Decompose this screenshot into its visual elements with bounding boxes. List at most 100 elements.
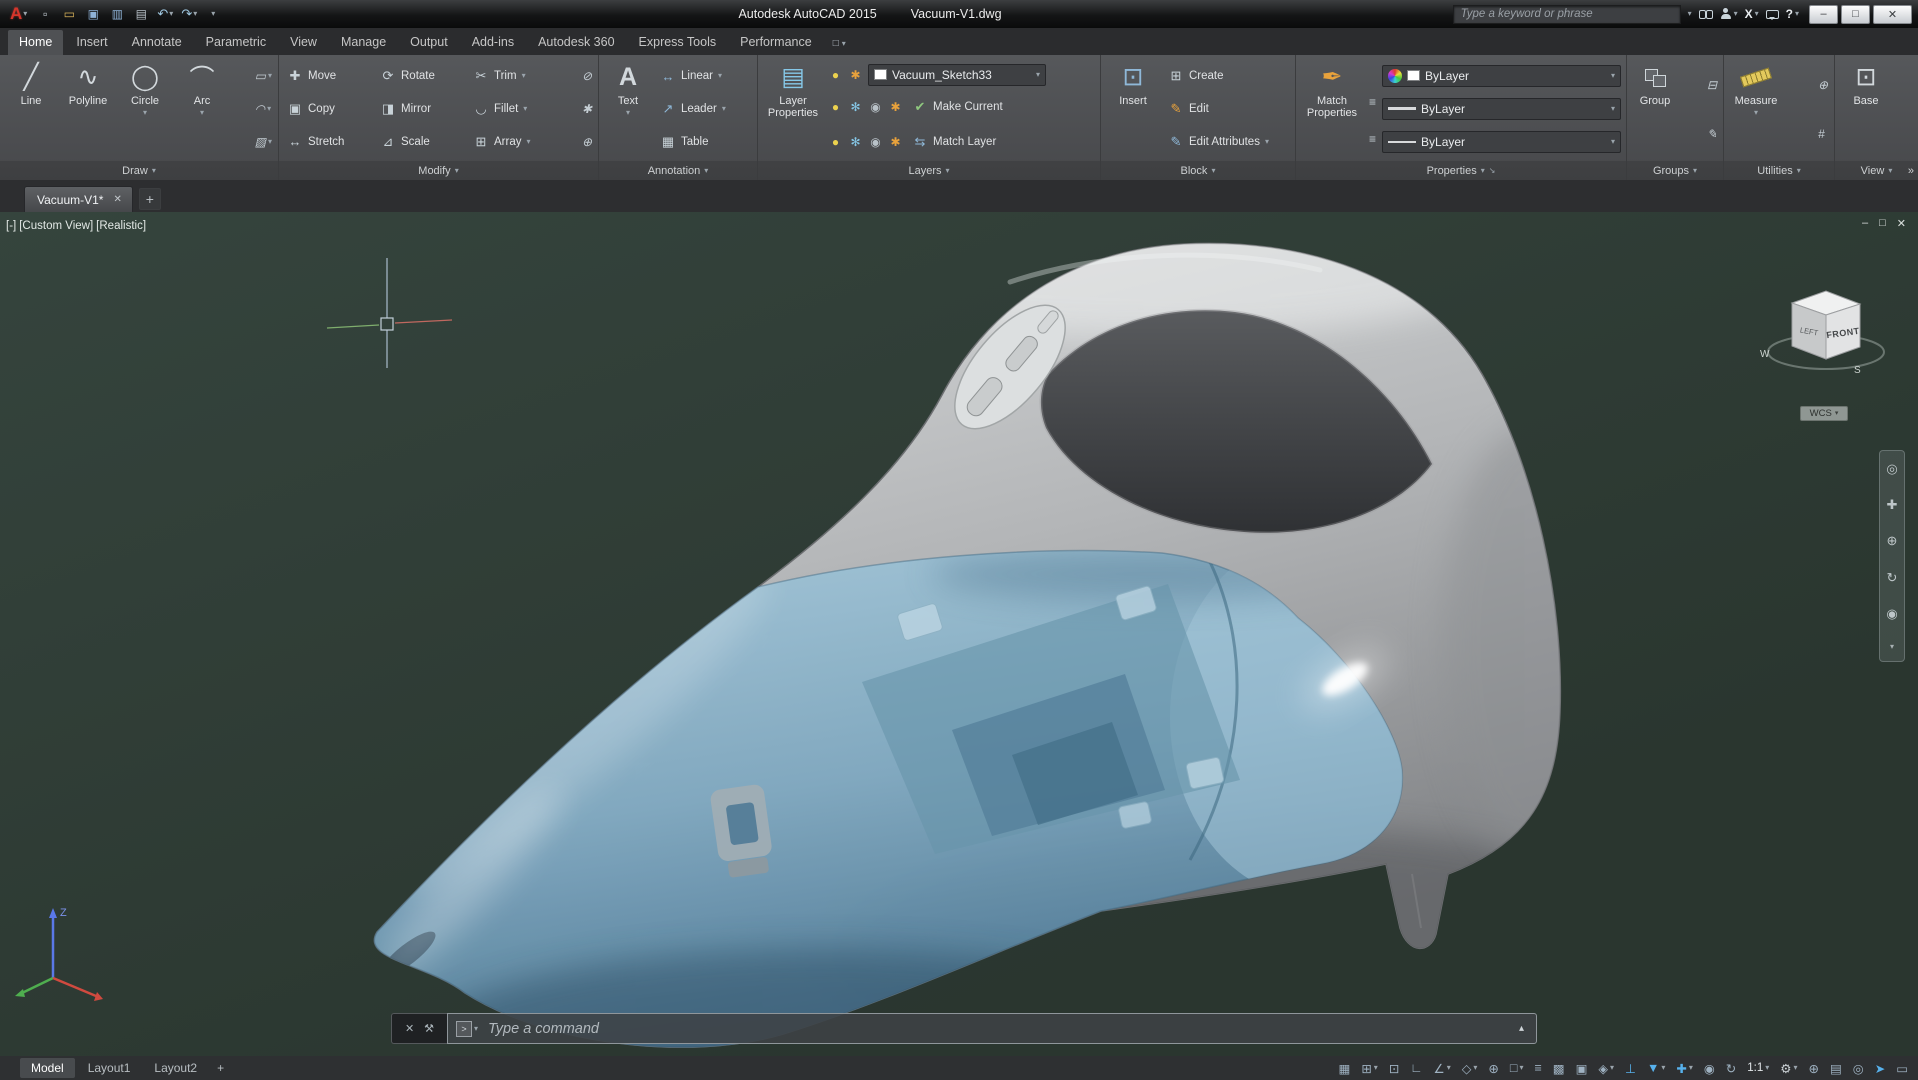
tab-manage[interactable]: Manage bbox=[330, 30, 397, 55]
zoom-button[interactable]: ⊕ bbox=[1887, 533, 1898, 549]
file-tab-vacuum-v1[interactable]: Vacuum-V1* ✕ bbox=[24, 186, 133, 212]
match-layer-button[interactable]: ⇆Match Layer bbox=[908, 129, 1000, 154]
linetype-select[interactable]: ByLayer▾ bbox=[1382, 131, 1621, 153]
group-button[interactable]: Group bbox=[1630, 58, 1680, 160]
line-button[interactable]: ╱Line bbox=[3, 58, 59, 160]
base-view-button[interactable]: ⊡Base bbox=[1838, 58, 1894, 160]
layer-thaw-all-icon[interactable]: ✻ bbox=[848, 135, 863, 149]
dialog-launcher-icon[interactable]: ↘ bbox=[1489, 167, 1496, 175]
make-current-button[interactable]: ✔Make Current bbox=[908, 95, 1007, 120]
layer-off-icon[interactable]: ● bbox=[828, 100, 843, 114]
mirror-button[interactable]: ◨Mirror bbox=[376, 96, 466, 121]
new-layout-button[interactable]: + bbox=[210, 1061, 231, 1075]
infer-constraints-toggle[interactable]: ⊡ bbox=[1389, 1061, 1399, 1076]
graphics-performance-button[interactable]: ➤ bbox=[1875, 1061, 1885, 1076]
exchange-apps-button[interactable]: X▾ bbox=[1745, 7, 1759, 21]
viewport-minimize-control[interactable]: [-] bbox=[6, 220, 16, 232]
lineweight-select[interactable]: ByLayer▾ bbox=[1382, 98, 1621, 120]
object-color-select[interactable]: ByLayer▾ bbox=[1382, 65, 1621, 87]
rotate-button[interactable]: ⟳Rotate bbox=[376, 64, 466, 89]
lineweight-toggle[interactable]: ≡ bbox=[1534, 1061, 1541, 1075]
properties-panel-label[interactable]: Properties▾↘ bbox=[1296, 160, 1626, 180]
annotation-scale-button[interactable]: 1:1▾ bbox=[1747, 1062, 1769, 1074]
viewport-restore-button[interactable]: □ bbox=[1879, 217, 1886, 230]
object-snap-tracking-toggle[interactable]: ⊕ bbox=[1488, 1061, 1498, 1076]
view-cube[interactable]: W S FRONT LEFT bbox=[1748, 260, 1908, 400]
edit-attributes-button[interactable]: ✎Edit Attributes▾ bbox=[1164, 129, 1291, 154]
hatch-button[interactable]: ▨▾ bbox=[255, 135, 272, 149]
new-button[interactable]: ▫ bbox=[35, 4, 55, 24]
move-button[interactable]: ✚Move bbox=[283, 64, 373, 89]
layer-isolate-icon[interactable]: ✱ bbox=[888, 100, 903, 114]
full-navigation-wheel-button[interactable]: ◎ bbox=[1886, 461, 1897, 477]
groups-panel-label[interactable]: Groups▾ bbox=[1627, 160, 1723, 180]
arc-button[interactable]: ⌒Arc▾ bbox=[174, 58, 230, 160]
compass-south-label[interactable]: S bbox=[1854, 365, 1861, 376]
tab-home[interactable]: Home bbox=[8, 30, 63, 55]
properties-rows-button[interactable]: ≡ bbox=[1369, 132, 1376, 146]
tab-performance[interactable]: Performance bbox=[729, 30, 823, 55]
autoscale-toggle[interactable]: ↻ bbox=[1726, 1061, 1736, 1076]
join-button[interactable]: ⊕ bbox=[582, 135, 592, 149]
search-scope-dropdown[interactable]: ▾ bbox=[1688, 10, 1692, 18]
trim-button[interactable]: ✂Trim▾ bbox=[469, 64, 567, 89]
text-button[interactable]: AText▾ bbox=[602, 58, 654, 160]
layer-unlock-icon[interactable]: ◉ bbox=[868, 135, 883, 149]
qat-customize-button[interactable]: ▾ bbox=[203, 4, 223, 24]
layers-panel-label[interactable]: Layers▾ bbox=[758, 160, 1100, 180]
layer-walk-icon[interactable]: ● bbox=[828, 135, 843, 149]
transparency-toggle[interactable]: ▩ bbox=[1553, 1061, 1565, 1076]
scale-button[interactable]: ⊿Scale bbox=[376, 129, 466, 154]
leader-button[interactable]: ↗Leader▾ bbox=[656, 96, 753, 121]
annotation-panel-label[interactable]: Annotation▾ bbox=[599, 160, 757, 180]
explode-button[interactable]: ✱ bbox=[582, 102, 592, 116]
drawing-canvas[interactable]: [-] [Custom View] [Realistic] – □ ✕ bbox=[0, 212, 1918, 1056]
help-button[interactable]: ?▾ bbox=[1786, 7, 1799, 21]
array-button[interactable]: ⊞Array▾ bbox=[469, 129, 567, 154]
close-button[interactable]: ✕ bbox=[1873, 5, 1912, 24]
customize-wrench-icon[interactable]: ⚒ bbox=[424, 1022, 434, 1035]
dynamic-ucs-toggle[interactable]: ⊥ bbox=[1625, 1061, 1636, 1076]
layout1-tab[interactable]: Layout1 bbox=[77, 1058, 142, 1078]
erase-button[interactable]: ⊘ bbox=[582, 69, 592, 83]
tab-parametric[interactable]: Parametric bbox=[195, 30, 277, 55]
create-block-button[interactable]: ⊞Create bbox=[1164, 64, 1291, 89]
copy-button[interactable]: ▣Copy bbox=[283, 96, 373, 121]
orbit-button[interactable]: ↻ bbox=[1887, 570, 1898, 586]
layer-on-icon[interactable]: ● bbox=[828, 68, 843, 82]
block-panel-label[interactable]: Block▾ bbox=[1101, 160, 1295, 180]
ortho-toggle[interactable]: ∟ bbox=[1410, 1061, 1422, 1075]
tab-view[interactable]: View bbox=[279, 30, 328, 55]
circle-button[interactable]: ◯Circle▾ bbox=[117, 58, 173, 160]
viewport-visual-style-control[interactable]: [Realistic] bbox=[96, 220, 146, 232]
properties-table-button[interactable]: ≡ bbox=[1369, 95, 1376, 109]
stretch-button[interactable]: ↔Stretch bbox=[283, 129, 373, 154]
quick-calculator-button[interactable]: # bbox=[1818, 127, 1828, 141]
snap-toggle[interactable]: ⊞▾ bbox=[1361, 1061, 1378, 1076]
close-icon[interactable]: ✕ bbox=[113, 194, 121, 205]
tab-output[interactable]: Output bbox=[399, 30, 459, 55]
maximize-button[interactable]: □ bbox=[1841, 5, 1870, 24]
application-menu-button[interactable]: A▾ bbox=[6, 4, 31, 24]
layer-freeze-icon[interactable]: ✻ bbox=[848, 100, 863, 114]
edit-block-button[interactable]: ✎Edit bbox=[1164, 96, 1291, 121]
layer-properties-button[interactable]: ▤Layer Properties bbox=[761, 58, 825, 160]
annotation-monitor-toggle[interactable]: ⊕ bbox=[1808, 1061, 1818, 1076]
layer-merge-icon[interactable]: ✱ bbox=[888, 135, 903, 149]
ribbon-overflow-button[interactable]: » bbox=[1908, 165, 1914, 177]
group-edit-button[interactable]: ✎ bbox=[1707, 127, 1717, 141]
open-button[interactable]: ▭ bbox=[59, 4, 79, 24]
plot-button[interactable]: ▤ bbox=[131, 4, 151, 24]
tab-annotate[interactable]: Annotate bbox=[121, 30, 193, 55]
table-button[interactable]: ▦Table bbox=[656, 129, 753, 154]
search-button[interactable] bbox=[1699, 10, 1713, 18]
utilities-panel-label[interactable]: Utilities▾ bbox=[1724, 160, 1834, 180]
linear-dimension-button[interactable]: ↔Linear▾ bbox=[656, 64, 753, 89]
annotation-visibility-toggle[interactable]: ◉ bbox=[1704, 1061, 1715, 1076]
layer-thaw-icon[interactable]: ✱ bbox=[848, 68, 863, 82]
save-as-button[interactable]: ▥ bbox=[107, 4, 127, 24]
grid-toggle[interactable]: ▦ bbox=[1339, 1061, 1351, 1076]
communication-center-button[interactable] bbox=[1766, 10, 1779, 19]
layer-select[interactable]: Vacuum_Sketch33 ▾ bbox=[868, 64, 1046, 86]
navbar-menu-button[interactable]: ▾ bbox=[1890, 642, 1894, 651]
